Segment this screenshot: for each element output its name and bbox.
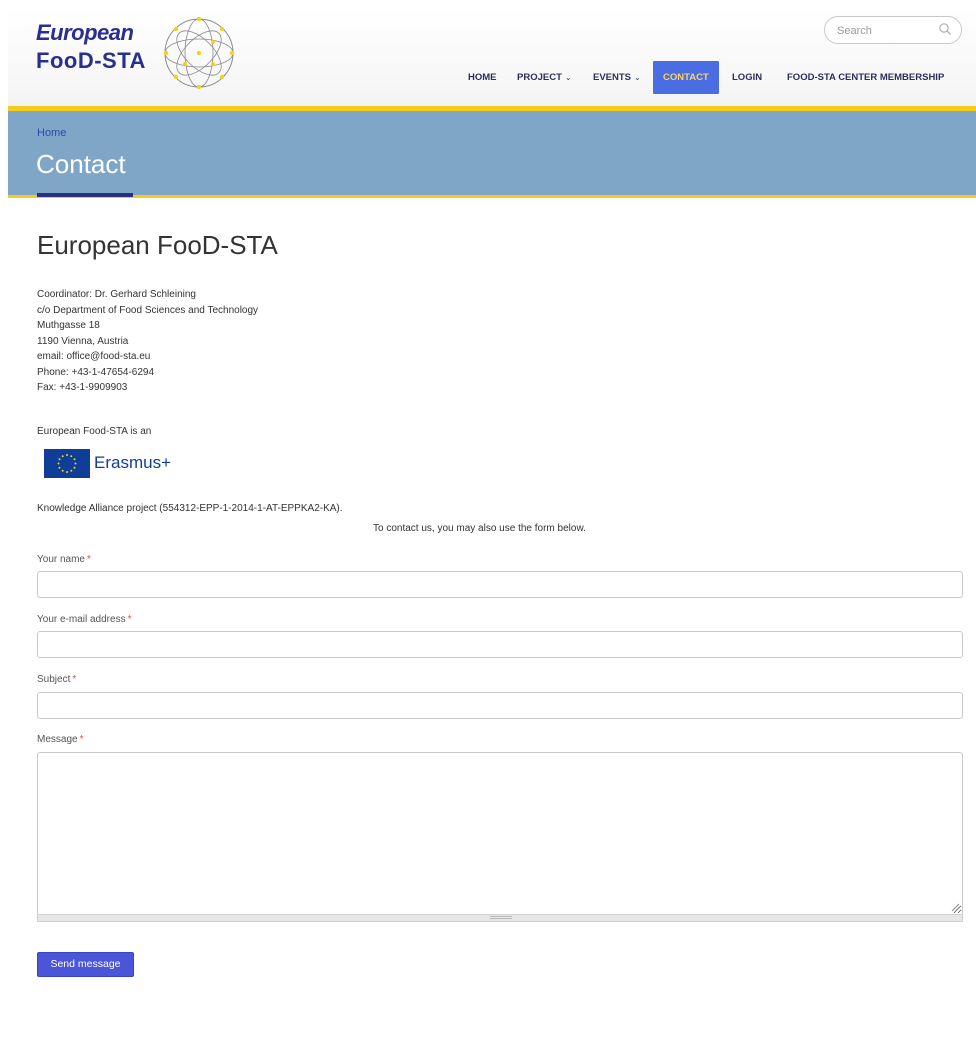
nav-home[interactable]: HOME	[468, 61, 497, 94]
email-label: Your e-mail address *	[37, 614, 132, 625]
page-banner: Home Contact	[8, 111, 976, 195]
address-line: Muthgasse 18	[37, 320, 100, 331]
resize-corner-icon[interactable]	[950, 902, 960, 912]
banner-divider	[8, 195, 976, 198]
required-marker: *	[127, 614, 132, 625]
name-field[interactable]	[37, 571, 963, 598]
email-field[interactable]	[37, 631, 963, 658]
search-icon[interactable]	[938, 22, 952, 36]
chevron-down-icon: ⌄	[564, 73, 572, 82]
message-label: Message *	[37, 734, 84, 745]
required-marker: *	[79, 734, 84, 745]
logo-network-icon	[163, 16, 235, 90]
required-marker: *	[87, 554, 91, 565]
address-line: Fax: +43-1-9909903	[37, 382, 128, 393]
erasmus-logo: Erasmus+	[44, 448, 171, 478]
site-header: European FooD-STA HOME	[8, 8, 976, 106]
nav-events[interactable]: EVENTS ⌄	[593, 61, 641, 94]
site-logo[interactable]: European FooD-STA	[36, 22, 146, 72]
send-message-button[interactable]: Send message	[37, 952, 134, 977]
nav-contact[interactable]: CONTACT	[653, 61, 719, 94]
title-underline	[37, 193, 133, 197]
name-label: Your name *	[37, 554, 91, 565]
address-line: Coordinator: Dr. Gerhard Schleining	[37, 289, 196, 300]
resize-grip-icon[interactable]	[490, 916, 512, 919]
address-line: c/o Department of Food Sciences and Tech…	[37, 304, 259, 316]
address-line: email: office@food-sta.eu	[37, 351, 151, 362]
message-field[interactable]	[37, 752, 963, 915]
required-marker: *	[72, 674, 77, 685]
section-heading: European FooD-STA	[37, 230, 278, 260]
ka-project-text: Knowledge Alliance project (554312-EPP-1…	[37, 503, 343, 514]
address-line: Phone: +43-1-47654-6294	[37, 366, 155, 378]
address-block: Coordinator: Dr. Gerhard Schleining c/o …	[37, 287, 258, 396]
address-line: 1190 Vienna, Austria	[37, 335, 129, 347]
search-input[interactable]	[837, 22, 937, 40]
logo-line1: European	[36, 20, 134, 45]
nav-login[interactable]: LOGIN	[732, 61, 762, 94]
contact-note: To contact us, you may also use the form…	[373, 523, 586, 534]
intro-text: European Food-STA is an	[37, 426, 152, 437]
erasmus-wordmark: Erasmus+	[94, 453, 171, 472]
search-box	[824, 16, 962, 44]
eu-flag-icon	[44, 448, 90, 478]
logo-line2: FooD-STA	[36, 48, 146, 73]
subject-field[interactable]	[37, 692, 963, 719]
breadcrumb-home[interactable]: Home	[37, 127, 66, 139]
nav-project[interactable]: PROJECT ⌄	[517, 61, 572, 94]
nav-membership[interactable]: FOOD-STA CENTER MEMBERSHIP	[787, 61, 944, 94]
subject-label: Subject *	[37, 674, 77, 685]
page-title: Contact	[36, 149, 126, 179]
chevron-down-icon: ⌄	[634, 73, 641, 82]
